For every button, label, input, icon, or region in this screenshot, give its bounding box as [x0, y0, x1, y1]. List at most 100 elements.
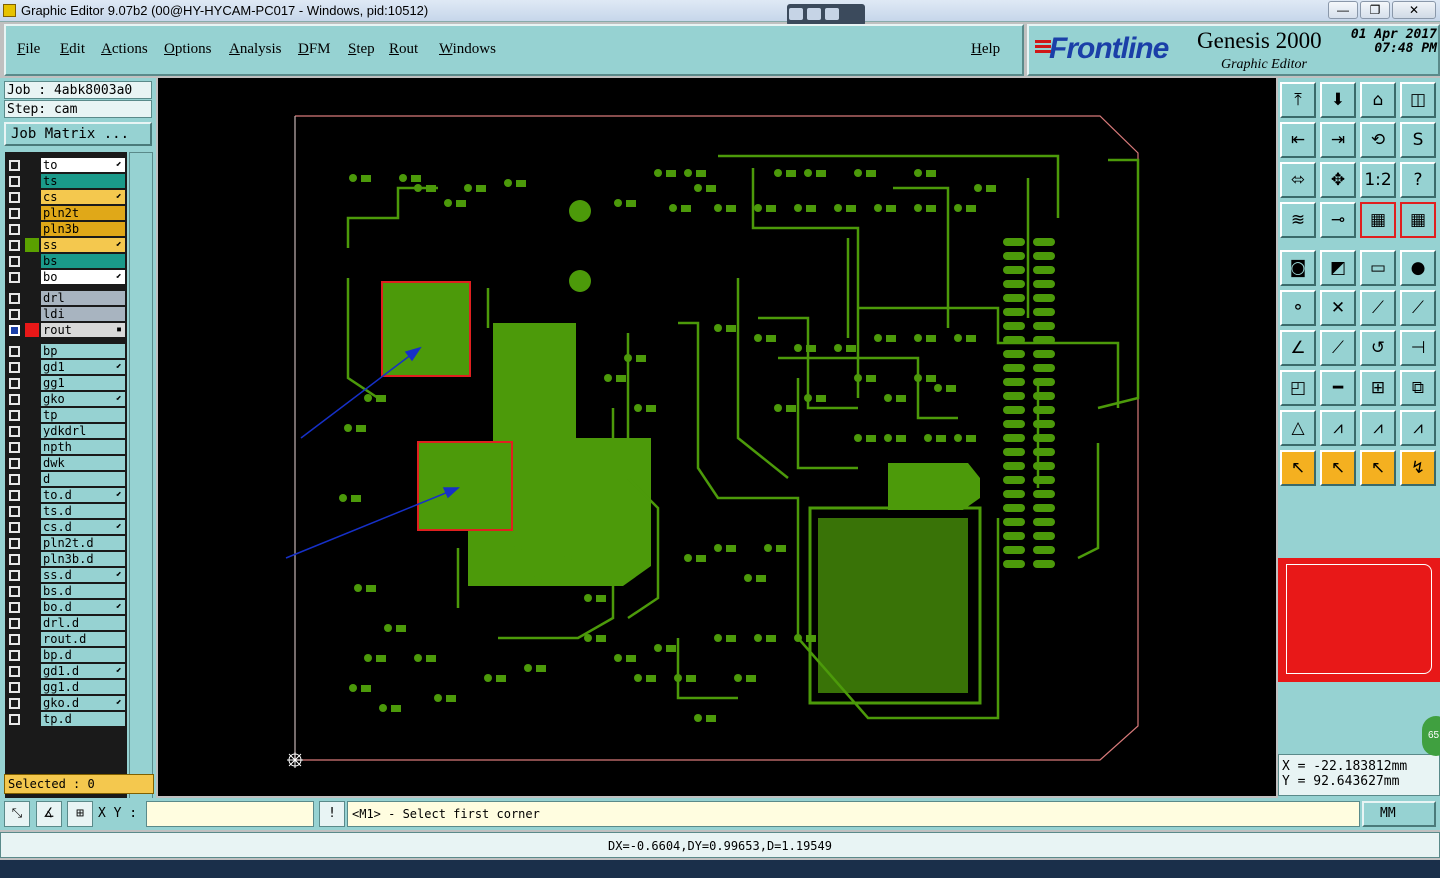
- layer-checkbox[interactable]: [9, 666, 20, 677]
- layer-checkbox[interactable]: [9, 394, 20, 405]
- layer-color-swatch[interactable]: [25, 600, 39, 614]
- layer-name[interactable]: ts: [41, 174, 125, 188]
- layer-name[interactable]: gd1 ⬋: [41, 360, 125, 374]
- layer-checkbox[interactable]: [9, 240, 20, 251]
- units-select[interactable]: MM: [1362, 801, 1436, 827]
- layer-row-gd1[interactable]: gd1 ⬋: [5, 359, 127, 375]
- layer-color-swatch[interactable]: [25, 307, 39, 321]
- zoom-box-icon[interactable]: ⤡: [4, 801, 30, 827]
- tool-pan-right-button[interactable]: ⇥: [1320, 122, 1356, 158]
- layer-row-bo[interactable]: bo ⬋: [5, 269, 127, 285]
- layer-name[interactable]: pln3b: [41, 222, 125, 236]
- tool-circle-button[interactable]: ●: [1400, 250, 1436, 286]
- layer-checkbox[interactable]: [9, 272, 20, 283]
- tool-net-button[interactable]: ⚬: [1280, 290, 1316, 326]
- layer-checkbox[interactable]: [9, 160, 20, 171]
- layer-color-swatch[interactable]: [25, 270, 39, 284]
- layer-name[interactable]: cs.d ⬋: [41, 520, 125, 534]
- layer-checkbox[interactable]: [9, 426, 20, 437]
- layer-checkbox[interactable]: [9, 176, 20, 187]
- layer-row-pln3b[interactable]: pln3b: [5, 221, 127, 237]
- tool-tri-d-button[interactable]: ⩘: [1400, 410, 1436, 446]
- tool-split-button[interactable]: ⊣: [1400, 330, 1436, 366]
- layer-checkbox[interactable]: [9, 224, 20, 235]
- tool-pad-button[interactable]: ◙: [1280, 250, 1316, 286]
- layer-name[interactable]: gko ⬋: [41, 392, 125, 406]
- layer-color-swatch[interactable]: [25, 552, 39, 566]
- menu-step[interactable]: Step: [348, 41, 375, 58]
- layer-name[interactable]: bo ⬋: [41, 270, 125, 284]
- layer-checkbox[interactable]: [9, 538, 20, 549]
- layer-name[interactable]: tp.d: [41, 712, 125, 726]
- layer-checkbox[interactable]: [9, 410, 20, 421]
- layer-color-swatch[interactable]: [25, 158, 39, 172]
- layer-name[interactable]: npth: [41, 440, 125, 454]
- layer-name[interactable]: bs: [41, 254, 125, 268]
- tool-graphic-control-button[interactable]: ≋: [1280, 202, 1316, 238]
- layer-row-to-d[interactable]: to.d ⬋: [5, 487, 127, 503]
- layer-row-ldi[interactable]: ldi: [5, 306, 127, 322]
- layer-row-rout[interactable]: rout ▪: [5, 322, 127, 338]
- layer-checkbox[interactable]: [9, 570, 20, 581]
- layer-color-swatch[interactable]: [25, 174, 39, 188]
- layer-color-swatch[interactable]: [25, 648, 39, 662]
- job-matrix-button[interactable]: Job Matrix ...: [4, 122, 152, 146]
- layer-name[interactable]: rout ▪: [41, 323, 125, 337]
- layer-row-pln3b-d[interactable]: pln3b.d: [5, 551, 127, 567]
- tool-select-d-button[interactable]: ↯: [1400, 450, 1436, 486]
- layer-color-swatch[interactable]: [25, 238, 39, 252]
- tool-layers-a-button[interactable]: ▦: [1360, 202, 1396, 238]
- layer-row-drl[interactable]: drl: [5, 290, 127, 306]
- menu-dfm[interactable]: DFM: [298, 41, 331, 58]
- layer-name[interactable]: ss ⬋: [41, 238, 125, 252]
- tool-arc-button[interactable]: ↺: [1360, 330, 1396, 366]
- layer-color-swatch[interactable]: [25, 472, 39, 486]
- layer-checkbox[interactable]: [9, 458, 20, 469]
- layer-name[interactable]: pln2t: [41, 206, 125, 220]
- tool-tri-a-button[interactable]: △: [1280, 410, 1316, 446]
- layer-name[interactable]: to.d ⬋: [41, 488, 125, 502]
- layer-row-cs-d[interactable]: cs.d ⬋: [5, 519, 127, 535]
- close-button[interactable]: ✕: [1392, 1, 1436, 19]
- layer-name[interactable]: ss.d ⬋: [41, 568, 125, 582]
- tool-fit-button[interactable]: ⬄: [1280, 162, 1316, 198]
- layer-color-swatch[interactable]: [25, 376, 39, 390]
- layer-checkbox[interactable]: [9, 586, 20, 597]
- tool-scale-button[interactable]: 1:2: [1360, 162, 1396, 198]
- tool-rotate-button[interactable]: ⟲: [1360, 122, 1396, 158]
- layer-color-swatch[interactable]: [25, 536, 39, 550]
- notification-badge[interactable]: 65: [1422, 716, 1440, 756]
- layer-row-ydkdrl[interactable]: ydkdrl: [5, 423, 127, 439]
- layer-row-cs[interactable]: cs ⬋: [5, 189, 127, 205]
- layer-row-ts-d[interactable]: ts.d: [5, 503, 127, 519]
- layer-row-to[interactable]: to ⬋: [5, 157, 127, 173]
- layer-color-swatch[interactable]: [25, 424, 39, 438]
- layer-color-swatch[interactable]: [25, 488, 39, 502]
- layer-row-gko[interactable]: gko ⬋: [5, 391, 127, 407]
- layer-row-rout-d[interactable]: rout.d: [5, 631, 127, 647]
- layer-row-pln2t[interactable]: pln2t: [5, 205, 127, 221]
- layer-checkbox[interactable]: [9, 698, 20, 709]
- menu-actions[interactable]: Actions: [101, 41, 148, 58]
- layer-color-swatch[interactable]: [25, 504, 39, 518]
- minimize-button[interactable]: —: [1328, 1, 1358, 19]
- tool-center-button[interactable]: ✥: [1320, 162, 1356, 198]
- menu-edit[interactable]: Edit: [60, 41, 85, 58]
- layer-checkbox[interactable]: [9, 490, 20, 501]
- layer-name[interactable]: ydkdrl: [41, 424, 125, 438]
- tool-zoom-down-button[interactable]: ⬇: [1320, 82, 1356, 118]
- measure-icon[interactable]: ∡: [36, 801, 62, 827]
- layer-checkbox[interactable]: [9, 192, 20, 203]
- tool-slash-button[interactable]: ⟋: [1320, 330, 1356, 366]
- layer-color-swatch[interactable]: [25, 440, 39, 454]
- layer-name[interactable]: gg1.d: [41, 680, 125, 694]
- tool-layers-b-button[interactable]: ▦: [1400, 202, 1436, 238]
- tool-grid-button[interactable]: ⊞: [1360, 370, 1396, 406]
- tool-line-button[interactable]: ⟋: [1360, 290, 1396, 326]
- layer-name[interactable]: bo.d ⬋: [41, 600, 125, 614]
- menu-rout[interactable]: Rout: [389, 41, 418, 58]
- xy-input[interactable]: [146, 801, 314, 827]
- grid-icon[interactable]: ⊞: [67, 801, 93, 827]
- layer-row-bp-d[interactable]: bp.d: [5, 647, 127, 663]
- layer-checkbox[interactable]: [9, 634, 20, 645]
